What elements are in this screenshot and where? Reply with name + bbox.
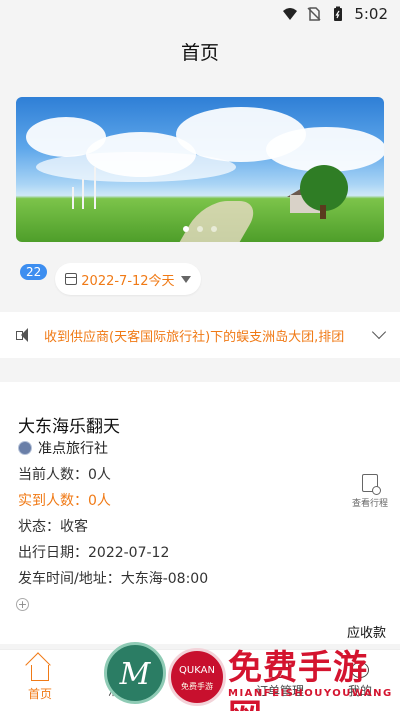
- nav-orders-label: 订单管理: [255, 684, 304, 698]
- arrived-count: 实到人数：0人: [18, 493, 111, 509]
- nav-orders[interactable]: 订单管理: [240, 650, 320, 711]
- carousel-dot[interactable]: [211, 226, 217, 232]
- departure-date: 出行日期：2022-07-12: [18, 545, 170, 561]
- calendar-icon: [65, 273, 78, 285]
- banner-carousel[interactable]: [16, 97, 384, 242]
- itinerary-icon: [361, 474, 381, 495]
- speaker-icon: [16, 327, 36, 343]
- user-icon: [351, 662, 369, 678]
- current-count: 当前人数：0人: [18, 467, 111, 483]
- tour-title: 大东海乐翻天: [18, 417, 120, 437]
- view-itinerary-label: 查看行程: [351, 499, 388, 509]
- carousel-indicator: [16, 226, 384, 232]
- date-picker[interactable]: 2022-7-12今天: [55, 263, 201, 295]
- windmill-decoration: [72, 187, 74, 209]
- tour-card[interactable]: 大东海乐翻天 准点旅行社 当前人数：0人 实到人数：0人 状态：收客 出行日期：…: [0, 382, 400, 644]
- nav-center[interactable]: [160, 650, 240, 711]
- chevron-down-icon[interactable]: [371, 324, 387, 340]
- date-text: 2022-7-12今天: [81, 273, 175, 289]
- receivable-label: 应收款: [346, 626, 386, 641]
- windmill-decoration: [94, 167, 96, 209]
- day-badge: 22: [20, 264, 48, 280]
- nav-home-label: 首页: [27, 687, 52, 701]
- nav-messages[interactable]: 消息: [80, 650, 160, 711]
- tour-status: 状态：收客: [18, 519, 88, 535]
- windmill-decoration: [82, 179, 84, 209]
- bottom-nav: 首页 消息 订单管理 应收款 我的: [0, 626, 400, 711]
- nav-home[interactable]: 首页: [0, 650, 80, 711]
- message-icon: [111, 662, 129, 678]
- expand-plus-icon[interactable]: +: [16, 598, 29, 611]
- nav-profile[interactable]: 应收款 我的: [320, 626, 400, 711]
- carousel-dot[interactable]: [197, 226, 203, 232]
- order-icon: [271, 662, 289, 678]
- agency-logo-icon: [18, 441, 32, 455]
- battery-icon: [334, 6, 343, 21]
- dropdown-triangle-icon: [180, 275, 191, 283]
- tree-trunk-decoration: [320, 205, 326, 219]
- carousel-dot[interactable]: [183, 226, 189, 232]
- page-title: 首页: [180, 41, 219, 64]
- wifi-icon: [283, 8, 298, 20]
- notice-bar[interactable]: 收到供应商(天客国际旅行社)下的蜈支洲岛大团,排团: [0, 312, 400, 358]
- nav-messages-label: 消息: [107, 684, 132, 698]
- date-filter-row: 22 2022-7-12今天: [20, 262, 201, 296]
- status-time: 5:02: [354, 5, 388, 23]
- nav-profile-label: 我的: [347, 684, 372, 698]
- cloud-decoration: [36, 152, 236, 182]
- view-itinerary-button[interactable]: 查看行程: [352, 474, 388, 509]
- no-sim-icon: [307, 7, 321, 21]
- agency-row: 准点旅行社: [18, 438, 108, 458]
- departure-time-place: 发车时间/地址：大东海-08:00: [18, 571, 209, 587]
- agency-name: 准点旅行社: [38, 441, 108, 457]
- status-bar: 5:02: [0, 0, 400, 28]
- path-decoration: [168, 201, 264, 242]
- notice-text: 收到供应商(天客国际旅行社)下的蜈支洲岛大团,排团: [44, 329, 345, 345]
- home-icon: [31, 665, 49, 681]
